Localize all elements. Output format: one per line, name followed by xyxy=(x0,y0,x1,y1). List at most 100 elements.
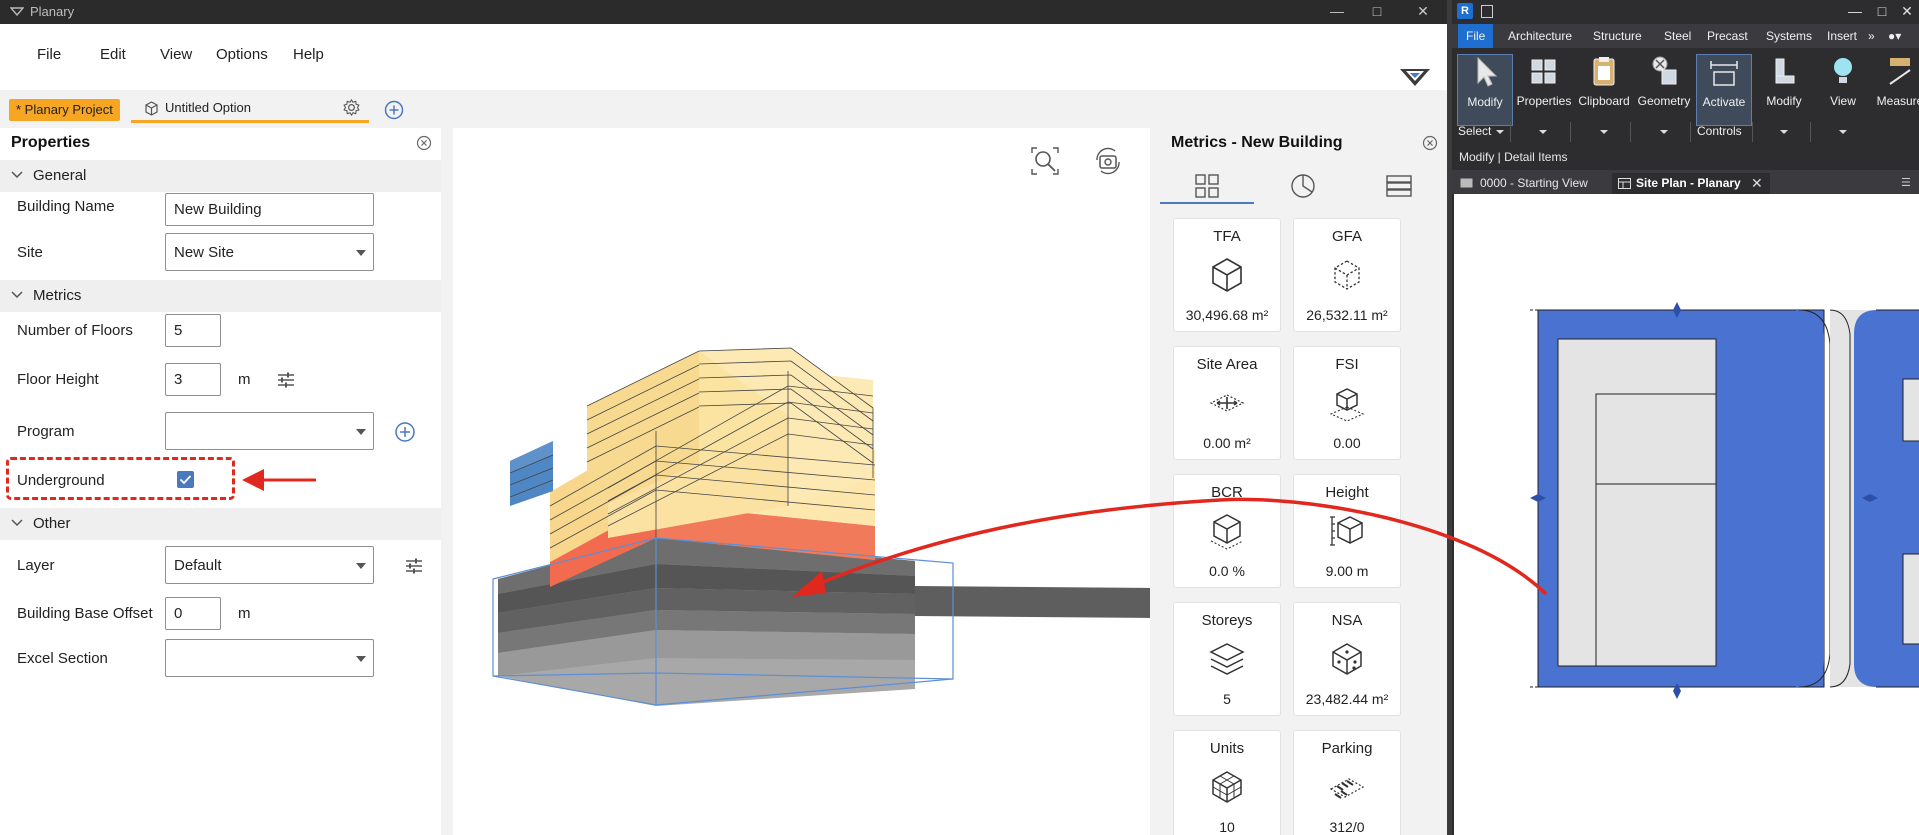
metric-card-fsi[interactable]: FSI 0.00 xyxy=(1293,346,1401,460)
ribbon-tab-insert[interactable]: Insert xyxy=(1827,24,1857,48)
menu-bar: File Edit View Options Help xyxy=(0,24,1447,90)
left-splitter[interactable] xyxy=(441,128,453,835)
minimize-icon[interactable]: — xyxy=(1844,0,1866,24)
number-of-floors-input[interactable] xyxy=(165,314,221,347)
menu-file[interactable]: File xyxy=(37,46,61,63)
metric-value: 9.00 m xyxy=(1325,563,1369,579)
metric-value: 5 xyxy=(1223,691,1231,707)
section-metrics-label: Metrics xyxy=(33,287,82,304)
section-metrics[interactable]: Metrics xyxy=(0,280,441,312)
metric-card-parking[interactable]: Parking 312/0 xyxy=(1293,730,1401,835)
ribbon-tab-precast[interactable]: Precast xyxy=(1707,24,1748,48)
metrics-tab-list[interactable] xyxy=(1352,166,1446,204)
metric-card-nsa[interactable]: NSA 23,482.44 m² xyxy=(1293,602,1401,716)
ribbon-tab-structure[interactable]: Structure xyxy=(1593,24,1642,48)
site-select[interactable]: New Site xyxy=(165,233,374,271)
geometry-dropdown-caret-icon[interactable] xyxy=(1660,130,1668,134)
metric-card-gfa[interactable]: GFA 26,532.11 m² xyxy=(1293,218,1401,332)
ribbon-tab-steel[interactable]: Steel xyxy=(1664,24,1691,48)
zoom-extents-icon[interactable] xyxy=(1030,146,1060,176)
floor-height-label: Floor Height xyxy=(17,371,99,388)
close-window-icon[interactable]: ✕ xyxy=(1403,0,1443,24)
layer-value: Default xyxy=(174,557,222,574)
option-label: Untitled Option xyxy=(165,100,251,115)
building-base-offset-input[interactable] xyxy=(165,597,221,630)
close-view-tab-icon[interactable]: ✕ xyxy=(1751,173,1763,193)
camera-rotate-icon[interactable] xyxy=(1093,146,1123,176)
properties-dropdown-caret-icon[interactable] xyxy=(1539,130,1547,134)
ribbon-tab-file[interactable]: File xyxy=(1458,24,1494,48)
menu-view[interactable]: View xyxy=(160,46,192,63)
metric-value: 23,482.44 m² xyxy=(1305,691,1389,707)
ribbon-modify-view-button[interactable]: Modify xyxy=(1756,54,1812,126)
metric-card-bcr[interactable]: BCR 0.0 % xyxy=(1173,474,1281,588)
properties-title: Properties xyxy=(11,134,91,151)
floor-height-input[interactable] xyxy=(165,363,221,396)
metric-card-height[interactable]: Height 9.00 m xyxy=(1293,474,1401,588)
ribbon-modify-button[interactable]: Modify xyxy=(1457,54,1513,126)
lightbulb-icon xyxy=(1834,58,1852,83)
section-other[interactable]: Other xyxy=(0,508,441,540)
panel-label-select: Select xyxy=(1458,124,1492,138)
program-select[interactable] xyxy=(165,412,374,450)
revit-site-plan-canvas[interactable] xyxy=(1452,194,1919,835)
ribbon-properties-button[interactable]: Properties xyxy=(1516,54,1572,126)
metrics-tab-grid[interactable] xyxy=(1160,166,1254,204)
ribbon-geometry-button[interactable]: Geometry xyxy=(1636,54,1692,126)
metric-title: Storeys xyxy=(1201,612,1253,629)
metric-card-storeys[interactable]: Storeys 5 xyxy=(1173,602,1281,716)
tab-planary-project[interactable]: * Planary Project xyxy=(9,99,120,121)
excel-section-label: Excel Section xyxy=(17,650,108,667)
sliders-settings-icon[interactable] xyxy=(275,369,297,391)
close-window-icon[interactable]: ✕ xyxy=(1896,0,1918,24)
view-tab-starting-view[interactable]: 0000 - Starting View xyxy=(1456,173,1612,194)
revit-ribbon-tabs: File Architecture Structure Steel Precas… xyxy=(1452,24,1919,48)
ribbon-extra-icon[interactable]: ●▾ xyxy=(1888,24,1901,48)
ribbon-overflow-icon[interactable]: » xyxy=(1868,24,1875,48)
ribbon-measure-button[interactable]: Measure xyxy=(1872,54,1919,126)
tab-untitled-option[interactable]: Untitled Option xyxy=(131,97,369,123)
maximize-icon[interactable]: □ xyxy=(1357,0,1397,24)
excel-section-select[interactable] xyxy=(165,639,374,677)
minimize-icon[interactable]: — xyxy=(1317,0,1357,24)
metric-title: Height xyxy=(1325,484,1369,501)
metric-card-tfa[interactable]: TFA 30,496.68 m² xyxy=(1173,218,1281,332)
modify-dropdown-caret-icon[interactable] xyxy=(1780,130,1788,134)
maximize-icon[interactable]: □ xyxy=(1871,0,1893,24)
annotation-arrow-icon xyxy=(242,469,316,491)
metrics-tab-chart[interactable] xyxy=(1256,166,1350,204)
view-tab-site-plan-planary[interactable]: Site Plan - Planary xyxy=(1612,173,1770,194)
section-general[interactable]: General xyxy=(0,160,441,192)
annotation-highlight-box xyxy=(6,457,235,500)
close-panel-icon[interactable] xyxy=(416,135,432,151)
building-3d-model xyxy=(492,347,1150,706)
ribbon-clipboard-button[interactable]: Clipboard xyxy=(1576,54,1632,126)
menu-options[interactable]: Options xyxy=(216,46,268,63)
ribbon-tab-systems[interactable]: Systems xyxy=(1766,24,1812,48)
pie-chart-icon xyxy=(1291,174,1315,198)
view-tabs-menu-icon[interactable]: ☰ xyxy=(1901,173,1911,193)
sliders-settings-icon[interactable] xyxy=(403,555,425,577)
window-title: Planary xyxy=(30,4,75,19)
add-option-plus-icon[interactable] xyxy=(384,100,404,120)
ribbon-view-button[interactable]: View xyxy=(1815,54,1871,126)
close-panel-icon[interactable] xyxy=(1422,135,1438,151)
building-name-input[interactable] xyxy=(165,193,374,226)
add-program-plus-icon[interactable] xyxy=(394,421,416,443)
layer-select[interactable]: Default xyxy=(165,546,374,584)
menu-help[interactable]: Help xyxy=(293,46,324,63)
clipboard-dropdown-caret-icon[interactable] xyxy=(1600,130,1608,134)
menu-edit[interactable]: Edit xyxy=(100,46,126,63)
select-dropdown-caret-icon[interactable] xyxy=(1496,130,1504,134)
view-dropdown-caret-icon[interactable] xyxy=(1839,130,1847,134)
ribbon-tab-architecture[interactable]: Architecture xyxy=(1508,24,1572,48)
ribbon-activate-button[interactable]: Activate xyxy=(1696,54,1752,126)
metric-card-site-area[interactable]: Site Area 0.00 m² xyxy=(1173,346,1281,460)
metrics-title: Metrics - New Building xyxy=(1171,134,1343,151)
clipboard-icon xyxy=(1593,57,1615,86)
metric-card-units[interactable]: Units 10 xyxy=(1173,730,1281,835)
properties-icon xyxy=(1531,59,1556,84)
3d-viewport[interactable] xyxy=(453,128,1150,835)
height-icon xyxy=(1330,516,1363,546)
gear-icon[interactable] xyxy=(342,98,361,117)
